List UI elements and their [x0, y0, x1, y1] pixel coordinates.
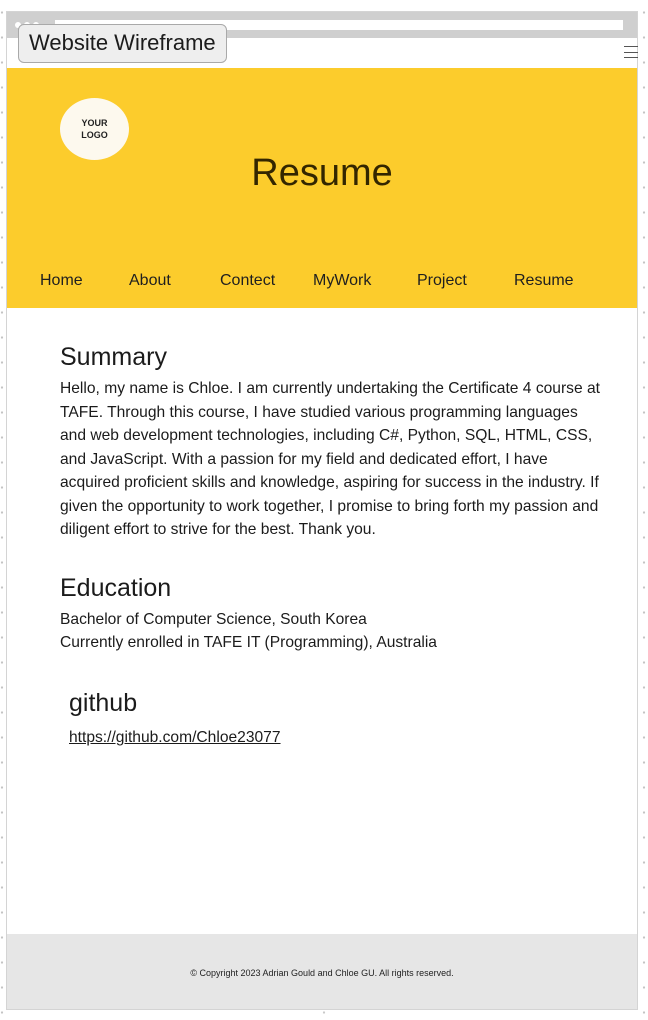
logo[interactable]: YOUR LOGO [60, 98, 129, 160]
summary-text: Hello, my name is Chloe. I am currently … [60, 380, 600, 538]
menu-line [624, 46, 638, 47]
hamburger-menu-icon[interactable] [624, 46, 638, 58]
education-item: Currently enrolled in TAFE IT (Programmi… [60, 634, 437, 651]
github-heading: github [69, 689, 138, 717]
page-title: Resume [251, 152, 393, 194]
copyright-text: © Copyright 2023 Adrian Gould and Chloe … [190, 967, 454, 978]
education-item: Bachelor of Computer Science, South Kore… [60, 611, 367, 628]
logo-text: YOUR LOGO [81, 118, 108, 140]
site-footer: © Copyright 2023 Adrian Gould and Chloe … [7, 934, 637, 1009]
nav-item-about[interactable]: About [129, 272, 171, 290]
summary-heading: Summary [60, 343, 167, 371]
menu-line [624, 57, 638, 58]
nav-item-home[interactable]: Home [40, 272, 83, 290]
nav-item-resume[interactable]: Resume [514, 272, 574, 290]
nav-item-mywork[interactable]: MyWork [313, 272, 371, 290]
menu-line [624, 51, 638, 53]
site-header: YOUR LOGO Resume Home About Contect MyWo… [7, 68, 637, 308]
wireframe-title-badge: Website Wireframe [18, 24, 227, 63]
canvas-dot-grid-right [640, 0, 648, 1020]
nav-item-contect[interactable]: Contect [220, 272, 275, 290]
education-heading: Education [60, 574, 172, 602]
canvas-dot-grid-left [0, 0, 4, 1020]
nav-item-project[interactable]: Project [417, 272, 467, 290]
main-navigation: Home About Contect MyWork Project Resume [7, 272, 637, 296]
github-link[interactable]: https://github.com/Chloe23077 [69, 729, 281, 747]
